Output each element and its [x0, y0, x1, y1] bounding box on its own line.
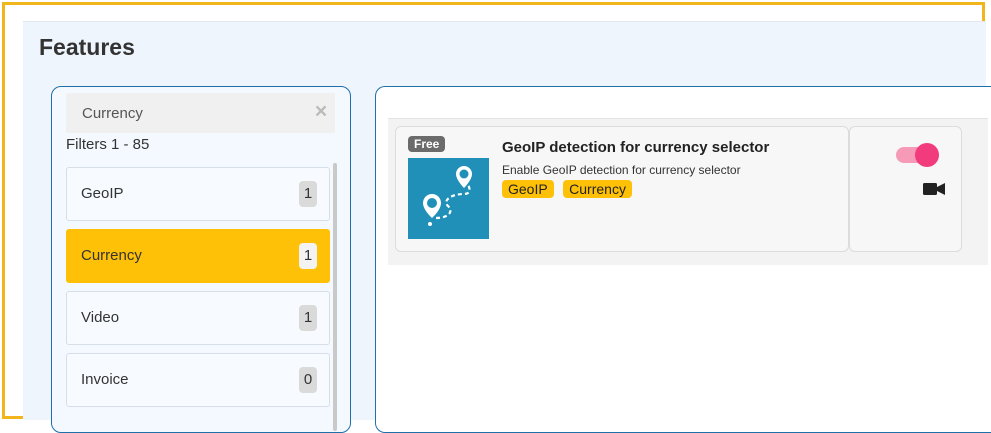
video-camera-icon[interactable]: [923, 182, 945, 196]
page-title: Features: [39, 34, 135, 60]
clear-icon[interactable]: ×: [311, 101, 331, 122]
toggle-knob: [915, 143, 939, 167]
search-input[interactable]: [82, 93, 302, 133]
filter-label: Currency: [81, 247, 142, 264]
feature-title: GeoIP detection for currency selector: [502, 139, 770, 156]
filter-label: GeoIP: [81, 185, 124, 202]
results-row: Free GeoIP detection for currency select…: [388, 118, 988, 265]
filter-count: Filters 1 - 85: [66, 136, 150, 153]
filter-item-geoip[interactable]: GeoIP 1: [66, 167, 330, 221]
filter-scrollbar[interactable]: [333, 163, 337, 431]
filter-item-video[interactable]: Video 1: [66, 291, 330, 345]
feature-description: Enable GeoIP detection for currency sele…: [502, 163, 741, 177]
filter-item-currency[interactable]: Currency 1: [66, 229, 330, 283]
tag-currency[interactable]: Currency: [563, 180, 632, 198]
tag-geoip[interactable]: GeoIP: [502, 180, 554, 198]
filter-sidebar: × Filters 1 - 85 GeoIP 1 Currency 1 Vide…: [51, 86, 351, 433]
outer-frame: Features × Filters 1 - 85 GeoIP 1 Curren…: [2, 2, 991, 433]
filter-label: Invoice: [81, 371, 129, 388]
filter-count-badge: 1: [299, 243, 317, 269]
features-panel: Features × Filters 1 - 85 GeoIP 1 Curren…: [23, 21, 991, 433]
filter-count-badge: 0: [299, 367, 317, 393]
geoip-currency-map-icon: [408, 158, 489, 239]
search-box: ×: [66, 93, 335, 133]
feature-card[interactable]: Free GeoIP detection for currency select…: [395, 126, 849, 252]
filter-count-badge: 1: [299, 305, 317, 331]
feature-actions: [849, 126, 962, 252]
filter-item-invoice[interactable]: Invoice 0: [66, 353, 330, 407]
filter-list: GeoIP 1 Currency 1 Video 1 Invoice 0: [66, 167, 330, 415]
filter-label: Video: [81, 309, 120, 326]
feature-toggle[interactable]: [896, 143, 939, 167]
free-badge: Free: [408, 136, 446, 152]
map-route-illustration: [423, 166, 472, 226]
results-panel: Free GeoIP detection for currency select…: [375, 86, 991, 433]
filter-count-badge: 1: [299, 181, 317, 207]
tag-list: GeoIP Currency: [502, 180, 637, 199]
